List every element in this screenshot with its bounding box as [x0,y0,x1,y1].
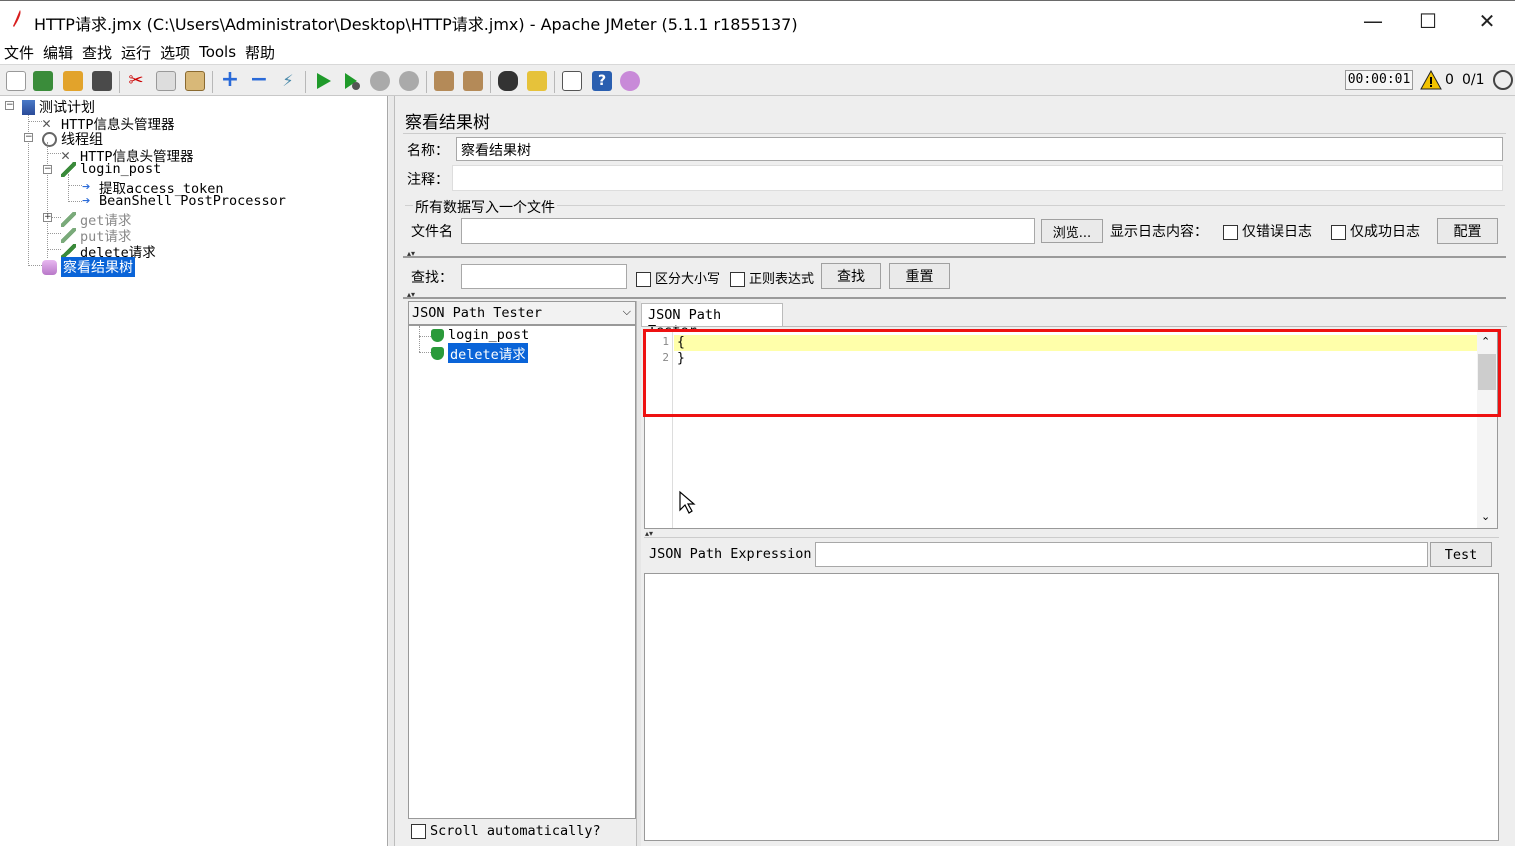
function-helper-icon[interactable] [562,71,582,91]
log-display-label: 显示日志内容： [1110,224,1208,240]
renderer-select[interactable]: JSON Path Tester ⌵ [408,301,636,325]
menu-edit[interactable]: 编辑 [43,42,73,63]
help-icon[interactable]: ? [592,71,612,91]
warning-count: 0 [1445,72,1454,88]
test-plan-tree: − − − + 测试计划 ✕ HTTP信息头管理器 线程组 ✕ HTTP信息头管… [0,96,388,846]
window-title: HTTP请求.jmx (C:\Users\Administrator\Deskt… [34,15,798,34]
shutdown-icon[interactable] [399,71,419,91]
templates-icon[interactable] [33,71,53,91]
menu-run[interactable]: 运行 [121,42,151,63]
status-indicator-icon [1493,70,1513,90]
collapse-icon[interactable]: − [249,69,269,91]
divider [403,297,1506,299]
filename-input[interactable] [461,218,1035,244]
jmeter-feather-icon [13,10,21,27]
panel-header: 察看结果树 [403,104,1506,134]
menu-help[interactable]: 帮助 [245,42,275,63]
start-icon[interactable] [313,71,333,91]
warning-icon[interactable] [1420,70,1442,90]
collapse-toggle[interactable]: − [5,101,14,110]
clear-all-icon[interactable] [463,71,483,91]
checkbox[interactable] [730,272,745,287]
stop-icon[interactable] [370,71,390,91]
tree-item-login-post[interactable]: login_post [61,161,161,177]
new-icon[interactable] [6,71,26,91]
write-all-label: 所有数据写入一个文件 [413,197,557,217]
checkbox[interactable] [1331,224,1346,240]
search-label: 查找： [411,270,453,286]
broom-icon[interactable] [527,71,547,91]
find-button[interactable]: 查找 [821,263,881,289]
menu-options[interactable]: 选项 [160,42,190,63]
divider [403,256,1506,258]
menu-search[interactable]: 查找 [82,42,112,63]
name-label: 名称： [407,143,449,159]
thread-count: 0/1 [1462,72,1485,88]
paste-icon[interactable] [185,71,205,91]
start-no-pause-icon[interactable] [341,71,361,91]
checkbox[interactable] [636,272,651,287]
filename-label: 文件名 [411,224,453,240]
comment-input[interactable] [452,165,1503,191]
postprocessor-icon: ➔ [82,192,91,209]
checkbox[interactable] [411,823,426,839]
minimize-button[interactable]: — [1350,1,1396,41]
result-item-delete[interactable]: delete请求 [431,343,528,363]
panel-title: 察看结果树 [405,113,490,133]
mouse-cursor-icon [679,490,696,514]
title-bar: HTTP请求.jmx (C:\Users\Administrator\Deskt… [0,0,1515,40]
chevron-down-icon: ⌵ [622,305,631,318]
tree-item-beanshell[interactable]: ➔ BeanShell PostProcessor [82,193,286,209]
listener-icon [42,259,57,275]
success-only-checkbox[interactable]: 仅成功日志 [1331,221,1420,241]
configure-button[interactable]: 配置 [1437,218,1498,244]
menu-bar: 文件 编辑 查找 运行 选项 Tools 帮助 [0,40,1515,64]
annotation-highlight-box [643,329,1501,417]
collapse-toggle[interactable]: − [43,165,52,174]
results-splitter[interactable] [636,301,641,846]
menu-tools[interactable]: Tools [199,43,236,61]
maximize-button[interactable]: ☐ [1405,1,1451,41]
toolbar: ✂ + − ⚡ ? 00:00:01 0 0/1 [0,64,1515,96]
errors-only-checkbox[interactable]: 仅错误日志 [1223,221,1312,241]
collapse-toggle[interactable]: − [24,133,33,142]
success-shield-icon [431,346,444,360]
menu-file[interactable]: 文件 [4,42,34,63]
result-item-login-post[interactable]: login_post [431,327,529,343]
test-button[interactable]: Test [1430,542,1492,567]
elapsed-timer: 00:00:01 [1345,70,1413,90]
gear-icon [42,131,57,147]
close-button[interactable]: ✕ [1464,1,1510,41]
scroll-auto-checkbox[interactable]: Scroll automatically? [411,823,601,839]
open-folder-icon[interactable] [63,71,83,91]
browse-button[interactable]: 浏览... [1041,219,1103,243]
remote-icon[interactable] [620,71,640,91]
expression-input[interactable] [815,542,1428,567]
expand-toggle[interactable]: + [43,213,52,222]
expression-result-area[interactable] [644,573,1499,841]
name-input[interactable]: 察看结果树 [456,137,1503,161]
sampler-icon [61,161,76,177]
binoculars-icon[interactable] [498,71,518,91]
toggle-icon[interactable]: ⚡ [278,71,298,91]
test-plan-icon [22,99,35,115]
sample-results-tree: login_post delete请求 [408,325,636,819]
save-icon[interactable] [92,71,112,91]
comment-label: 注释： [407,172,449,188]
copy-icon[interactable] [156,71,176,91]
regex-checkbox[interactable]: 正则表达式 [730,268,814,287]
cut-icon[interactable]: ✂ [126,71,146,91]
main-splitter[interactable] [389,96,395,846]
case-sensitive-checkbox[interactable]: 区分大小写 [636,268,720,287]
clear-icon[interactable] [434,71,454,91]
success-shield-icon [431,328,444,342]
tree-item-result-tree[interactable]: 察看结果树 [42,257,135,277]
expand-icon[interactable]: + [220,69,240,91]
reset-button[interactable]: 重置 [889,263,950,289]
expression-label: JSON Path Expression [649,546,812,562]
search-input[interactable] [461,264,627,289]
checkbox[interactable] [1223,224,1238,240]
tab-json-path-tester[interactable]: JSON Path Tester [641,303,783,339]
scroll-down-icon[interactable]: ⌄ [1481,510,1490,523]
